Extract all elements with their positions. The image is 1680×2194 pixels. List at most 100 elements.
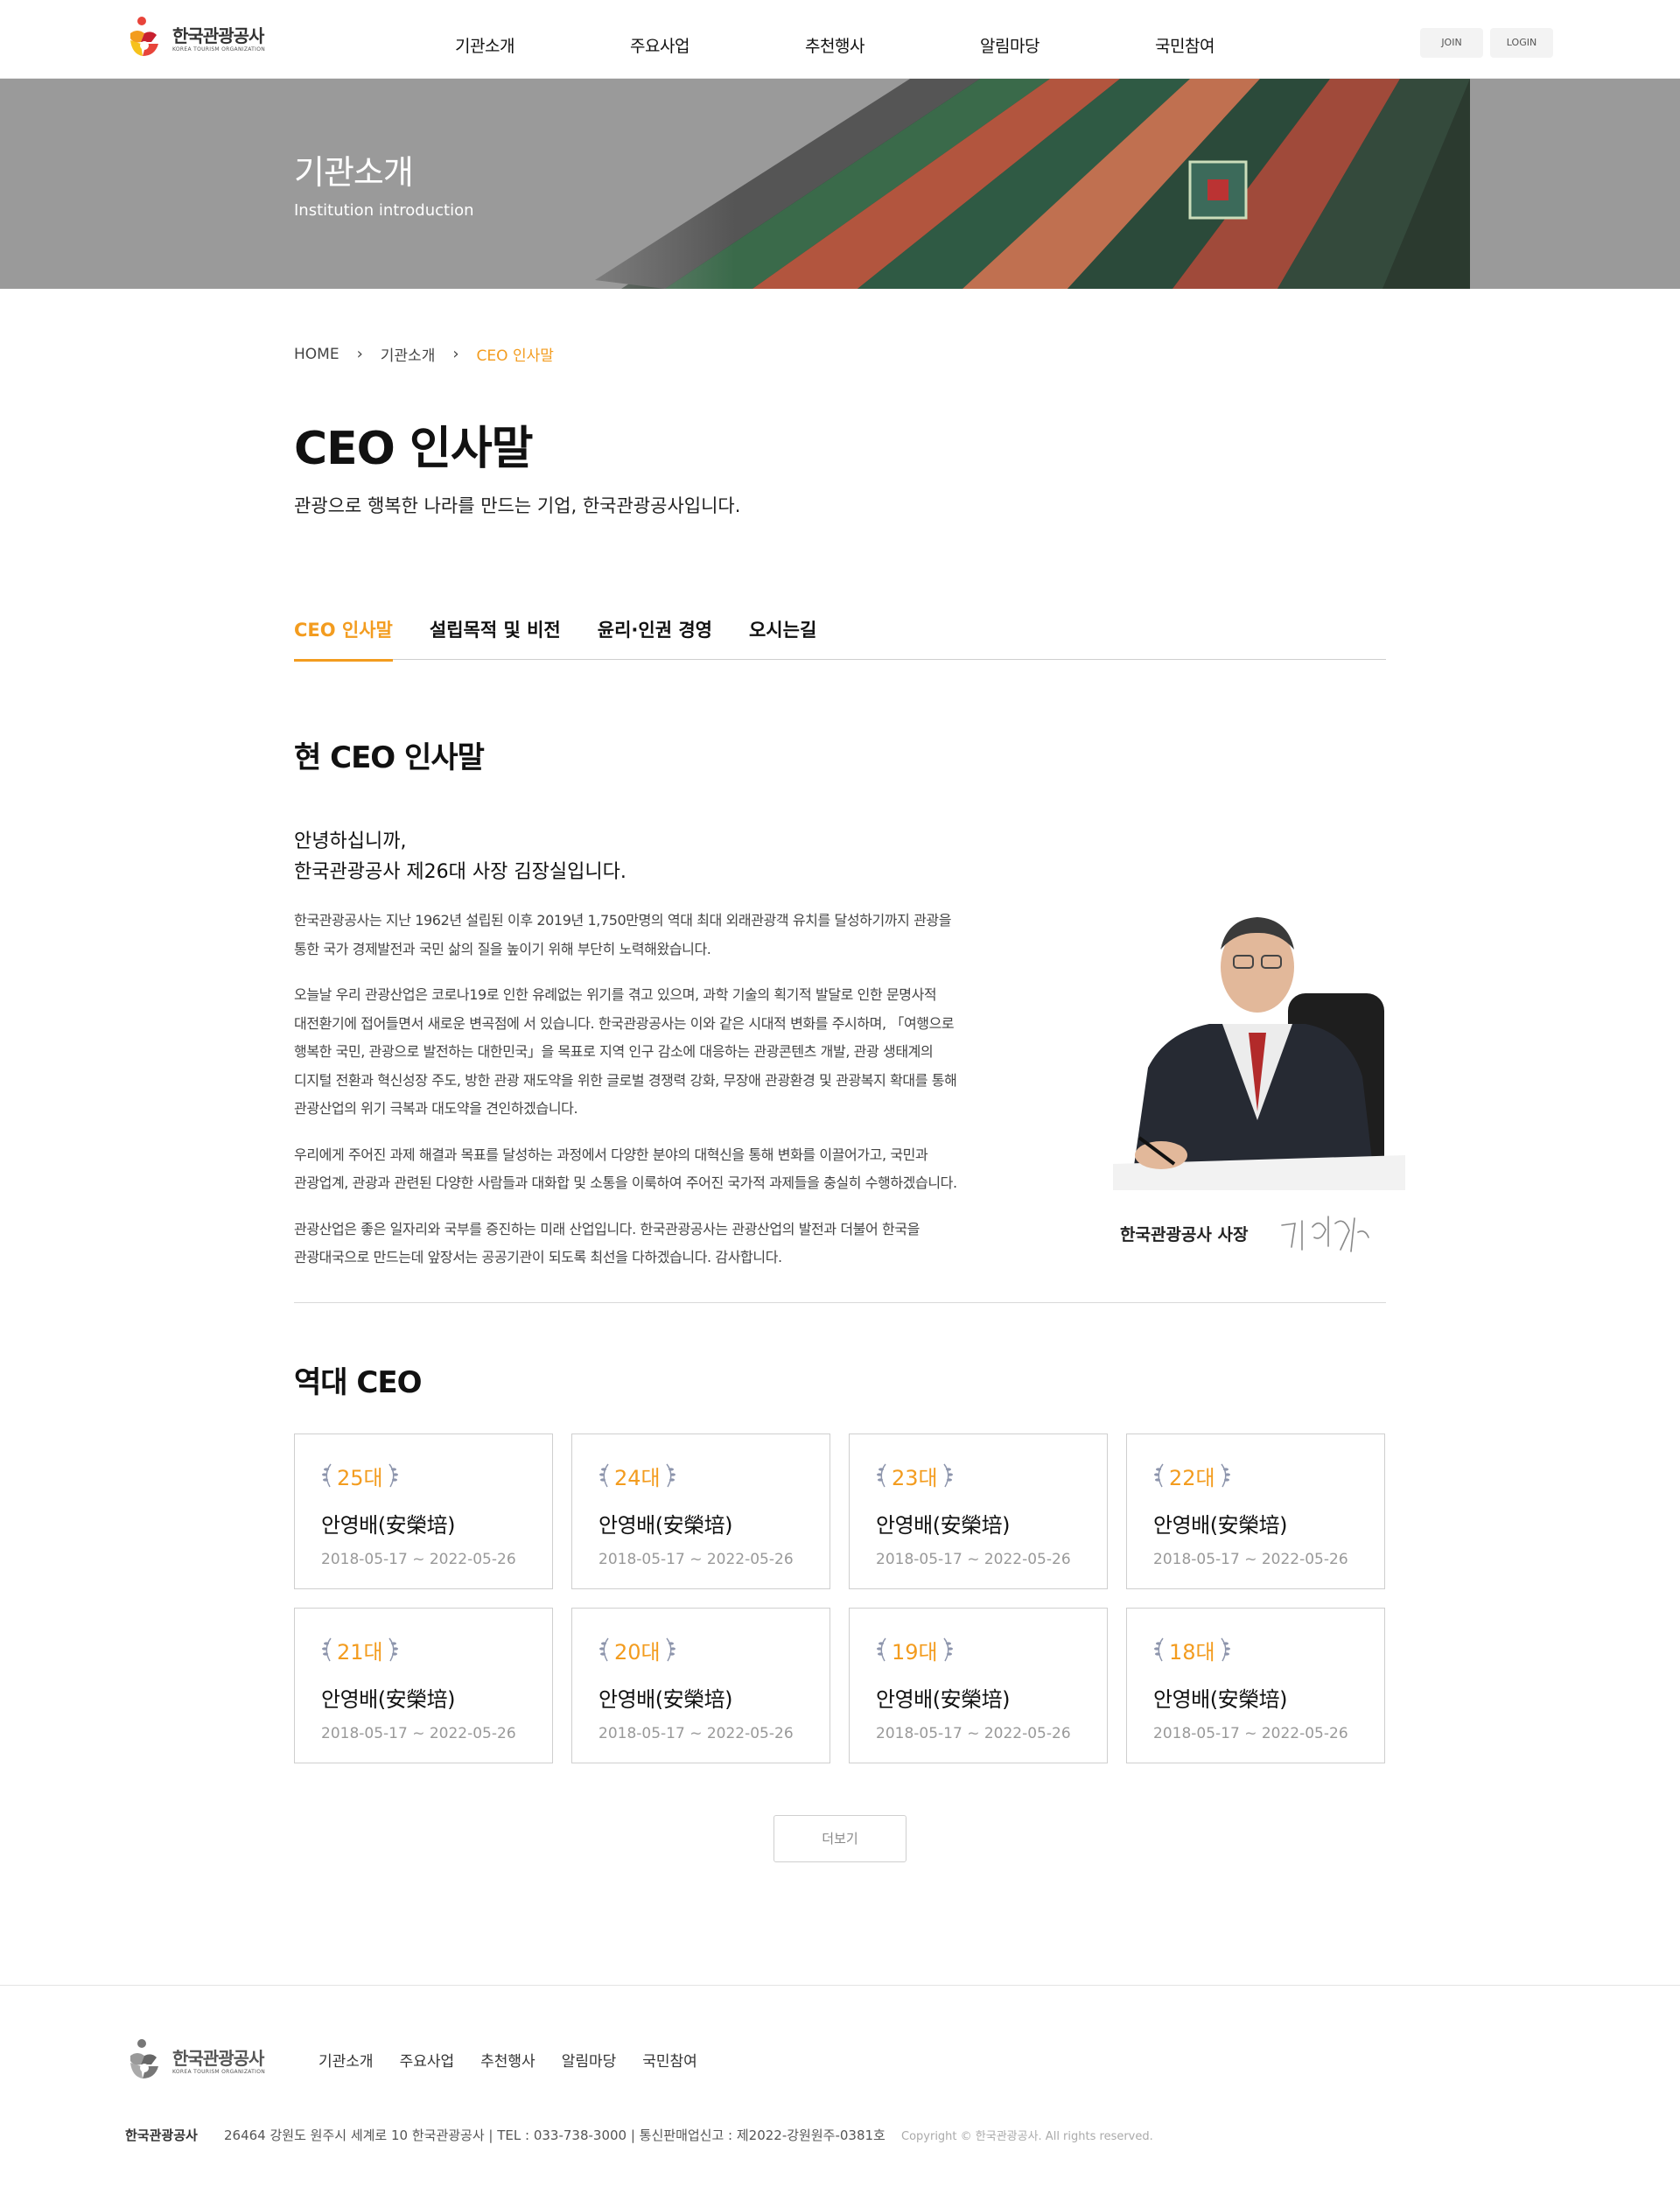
greeting-paragraph: 관광산업은 좋은 일자리와 국부를 증진하는 미래 산업입니다. 한국관광공사는… xyxy=(294,1216,1064,1272)
nav-item-business[interactable]: 주요사업 xyxy=(630,0,805,79)
breadcrumb-level1[interactable]: 기관소개 xyxy=(381,343,436,365)
ceo-name: 안영배(安榮培) xyxy=(598,1513,732,1538)
footer-nav: 기관소개 주요사업 추천행사 알림마당 국민참여 xyxy=(318,2049,697,2071)
page-subtitle: 관광으로 행복한 나라를 만드는 기업, 한국관광공사입니다. xyxy=(294,495,741,516)
ceo-term: 2018-05-17 ~ 2022-05-26 xyxy=(876,1551,1071,1568)
generation-badge: 20대 xyxy=(598,1635,830,1665)
page-title: CEO 인사말 xyxy=(294,423,534,475)
greeting-line: 한국관광공사 제26대 사장 김장실입니다. xyxy=(294,861,626,883)
generation-label: 24대 xyxy=(614,1465,661,1490)
ceo-card[interactable]: 22대 안영배(安榮培) 2018-05-17 ~ 2022-05-26 xyxy=(1126,1433,1385,1589)
generation-label: 18대 xyxy=(1169,1639,1215,1665)
logo-text: 한국관광공사 xyxy=(172,25,264,46)
generation-badge: 25대 xyxy=(321,1461,552,1490)
banner-subtitle: Institution introduction xyxy=(294,201,474,220)
tab-directions[interactable]: 오시는길 xyxy=(749,613,816,660)
generation-label: 25대 xyxy=(337,1465,383,1490)
greeting-paragraph: 우리에게 주어진 과제 해결과 목표를 달성하는 과정에서 다양한 분야의 대혁… xyxy=(294,1141,1064,1198)
logo-icon xyxy=(130,17,158,56)
tab-ethics[interactable]: 윤리·인권 경영 xyxy=(598,613,712,660)
ceo-term: 2018-05-17 ~ 2022-05-26 xyxy=(876,1725,1071,1742)
join-button[interactable]: JOIN xyxy=(1420,28,1483,58)
ceo-card[interactable]: 21대 안영배(安榮培) 2018-05-17 ~ 2022-05-26 xyxy=(294,1608,553,1763)
auth-links: JOIN LOGIN xyxy=(1420,28,1553,58)
paragraph-line: 행복한 국민, 관광으로 발전하는 대한민국」을 목표로 지역 인구 감소에 대… xyxy=(294,1043,934,1060)
banner-image xyxy=(490,79,1470,289)
ceo-name: 안영배(安榮培) xyxy=(321,1513,455,1538)
laurel-right-icon xyxy=(388,1463,398,1488)
laurel-left-icon xyxy=(322,1637,332,1662)
paragraph-line: 한국관광공사는 지난 1962년 설립된 이후 2019년 1,750만명의 역… xyxy=(294,912,952,929)
chevron-right-icon: › xyxy=(452,345,459,363)
greeting-paragraph: 오늘날 우리 관광산업은 코로나19로 인한 유례없는 위기를 겪고 있으며, … xyxy=(294,981,1064,1124)
ceo-caption: 한국관광공사 사장 xyxy=(1120,1225,1249,1244)
nav-item-about[interactable]: 기관소개 xyxy=(455,0,630,79)
footer-logo[interactable]: 한국관광공사 KOREA TOURISM ORGANIZATION xyxy=(125,2038,265,2085)
paragraph-line: 오늘날 우리 관광산업은 코로나19로 인한 유례없는 위기를 겪고 있으며, … xyxy=(294,986,937,1003)
footer-nav-events[interactable]: 추천행사 xyxy=(480,2049,536,2071)
ceo-name: 안영배(安榮培) xyxy=(876,1687,1010,1712)
laurel-right-icon xyxy=(666,1637,676,1662)
footer-nav-business[interactable]: 주요사업 xyxy=(400,2049,455,2071)
laurel-left-icon xyxy=(1154,1463,1164,1488)
generation-label: 22대 xyxy=(1169,1465,1215,1490)
generation-label: 21대 xyxy=(337,1639,383,1665)
laurel-left-icon xyxy=(322,1463,332,1488)
laurel-right-icon xyxy=(943,1637,953,1662)
nav-item-events[interactable]: 추천행사 xyxy=(805,0,980,79)
sub-tabs: CEO 인사말 설립목적 및 비전 윤리·인권 경영 오시는길 xyxy=(294,613,1386,662)
ceo-card[interactable]: 23대 안영배(安榮培) 2018-05-17 ~ 2022-05-26 xyxy=(849,1433,1108,1589)
tab-purpose-vision[interactable]: 설립목적 및 비전 xyxy=(430,613,561,660)
ceo-term: 2018-05-17 ~ 2022-05-26 xyxy=(321,1725,516,1742)
paragraph-line: 통한 국가 경제발전과 국민 삶의 질을 높이기 위해 부단히 노력해왔습니다. xyxy=(294,940,711,957)
ceo-card[interactable]: 19대 안영배(安榮培) 2018-05-17 ~ 2022-05-26 xyxy=(849,1608,1108,1763)
generation-badge: 18대 xyxy=(1153,1635,1384,1665)
breadcrumb-home[interactable]: HOME xyxy=(294,346,340,363)
site-footer: 한국관광공사 KOREA TOURISM ORGANIZATION 기관소개 주… xyxy=(0,1985,1680,2194)
greeting-paragraph: 한국관광공사는 지난 1962년 설립된 이후 2019년 1,750만명의 역… xyxy=(294,907,1064,964)
ceo-card[interactable]: 18대 안영배(安榮培) 2018-05-17 ~ 2022-05-26 xyxy=(1126,1608,1385,1763)
tab-ceo-greeting[interactable]: CEO 인사말 xyxy=(294,613,393,662)
main-nav: 기관소개 주요사업 추천행사 알림마당 국민참여 xyxy=(455,0,1330,79)
logo[interactable]: 한국관광공사 KOREA TOURISM ORGANIZATION xyxy=(125,16,265,63)
footer-nav-about[interactable]: 기관소개 xyxy=(318,2049,374,2071)
ceo-card[interactable]: 24대 안영배(安榮培) 2018-05-17 ~ 2022-05-26 xyxy=(571,1433,830,1589)
breadcrumb-current: CEO 인사말 xyxy=(476,347,554,365)
breadcrumb: HOME › 기관소개 › CEO 인사말 xyxy=(294,343,554,365)
laurel-right-icon xyxy=(666,1463,676,1488)
generation-badge: 24대 xyxy=(598,1461,830,1490)
ceo-card[interactable]: 20대 안영배(安榮培) 2018-05-17 ~ 2022-05-26 xyxy=(571,1608,830,1763)
ceo-term: 2018-05-17 ~ 2022-05-26 xyxy=(598,1551,794,1568)
ceo-term: 2018-05-17 ~ 2022-05-26 xyxy=(321,1551,516,1568)
nav-item-participation[interactable]: 국민참여 xyxy=(1155,0,1330,79)
more-button[interactable]: 더보기 xyxy=(774,1815,906,1862)
banner-title: 기관소개 xyxy=(294,153,414,192)
ceo-name: 안영배(安榮培) xyxy=(1153,1513,1287,1538)
paragraph-line: 관광산업의 위기 극복과 대도약을 견인하겠습니다. xyxy=(294,1100,578,1117)
paragraph-line: 관광산업은 좋은 일자리와 국부를 증진하는 미래 산업입니다. 한국관광공사는… xyxy=(294,1220,920,1237)
footer-nav-participation[interactable]: 국민참여 xyxy=(642,2049,697,2071)
laurel-left-icon xyxy=(1154,1637,1164,1662)
paragraph-line: 디지털 전환과 혁신성장 주도, 방한 관광 재도약을 위한 글로벌 경쟁력 강… xyxy=(294,1071,957,1089)
section-divider xyxy=(294,1302,1386,1303)
generation-badge: 21대 xyxy=(321,1635,552,1665)
greeting-body: 한국관광공사는 지난 1962년 설립된 이후 2019년 1,750만명의 역… xyxy=(294,907,1064,1290)
ceo-name: 안영배(安榮培) xyxy=(598,1687,732,1712)
login-button[interactable]: LOGIN xyxy=(1490,28,1553,58)
chevron-right-icon: › xyxy=(356,345,363,363)
nav-item-notice[interactable]: 알림마당 xyxy=(980,0,1155,79)
ceo-name: 안영배(安榮培) xyxy=(876,1513,1010,1538)
ceo-name: 안영배(安榮培) xyxy=(321,1687,455,1712)
ceo-term: 2018-05-17 ~ 2022-05-26 xyxy=(1153,1725,1348,1742)
ceo-card[interactable]: 25대 안영배(安榮培) 2018-05-17 ~ 2022-05-26 xyxy=(294,1433,553,1589)
paragraph-line: 관광업계, 관광과 관련된 다양한 사람들과 대화합 및 소통을 이룩하여 주어… xyxy=(294,1174,957,1191)
footer-nav-notice[interactable]: 알림마당 xyxy=(562,2049,617,2071)
section-title-past-ceo: 역대 CEO xyxy=(294,1365,422,1400)
sub-banner: 기관소개 Institution introduction xyxy=(0,79,1680,289)
logo-subtext: KOREA TOURISM ORGANIZATION xyxy=(172,46,266,53)
generation-badge: 22대 xyxy=(1153,1461,1384,1490)
paragraph-line: 대전환기에 접어들면서 새로운 변곡점에 서 있습니다. 한국관광공사는 이와 … xyxy=(294,1014,955,1032)
footer-logo-icon xyxy=(130,2039,158,2078)
ceo-term: 2018-05-17 ~ 2022-05-26 xyxy=(598,1725,794,1742)
laurel-right-icon xyxy=(943,1463,953,1488)
